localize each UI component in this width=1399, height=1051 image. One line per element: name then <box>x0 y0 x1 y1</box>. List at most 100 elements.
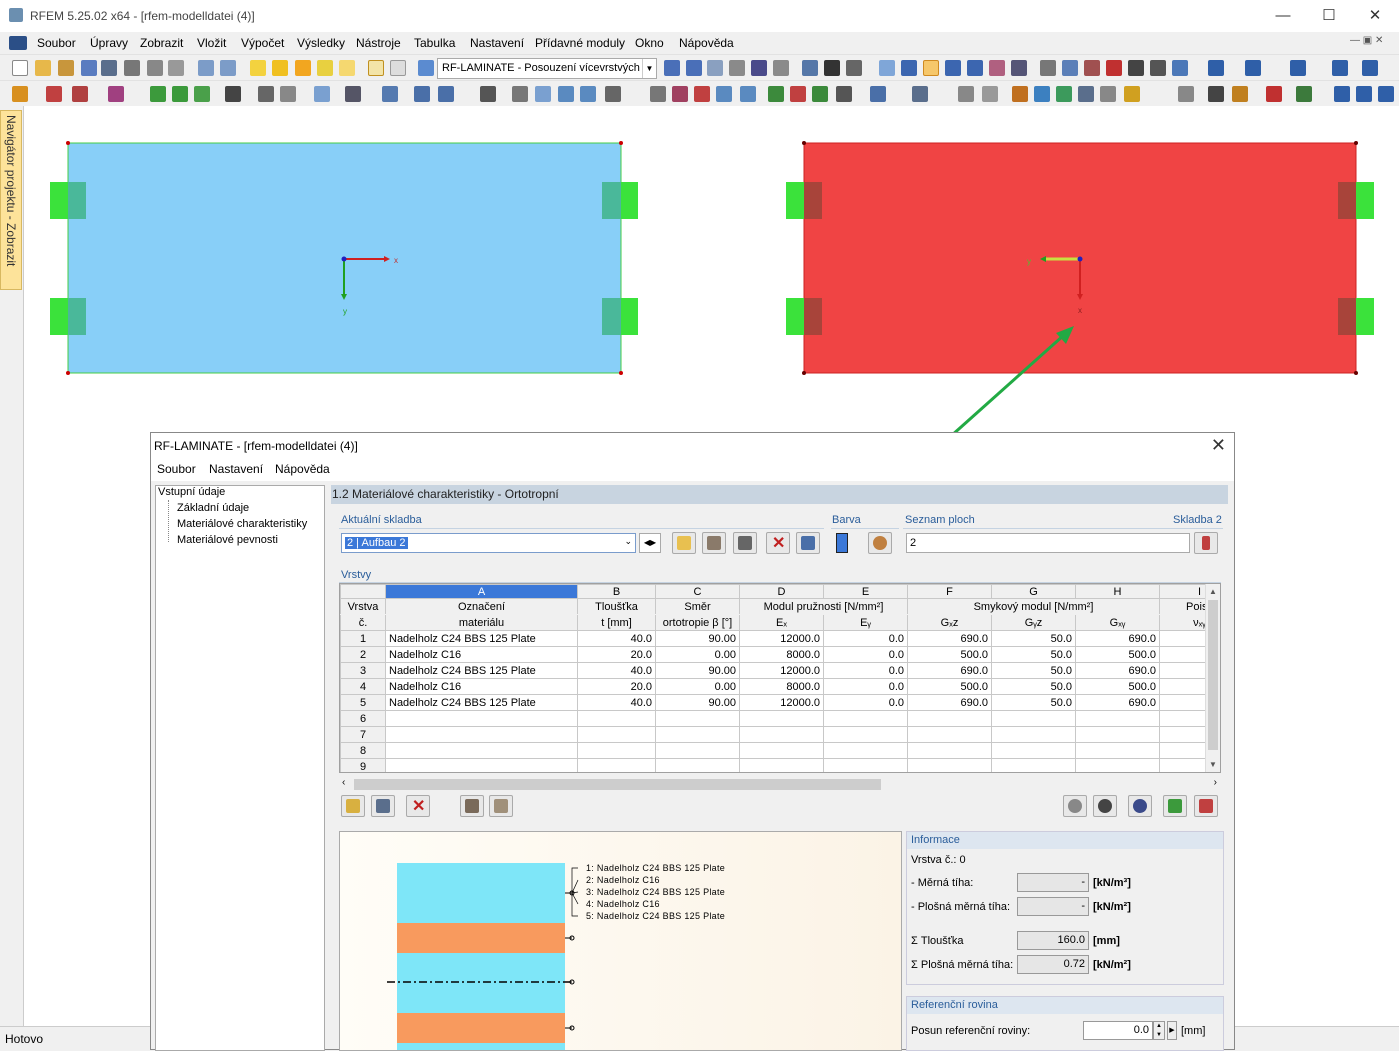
cell-gxz[interactable] <box>907 710 992 727</box>
load-3-icon[interactable] <box>535 86 551 102</box>
node-point[interactable] <box>66 141 70 145</box>
table-row[interactable]: 8 <box>340 742 1220 759</box>
mdi-window-controls[interactable]: — ▣ ✕ <box>1350 35 1383 46</box>
cell-ey[interactable]: 0.0 <box>823 678 908 695</box>
view-iso-icon[interactable] <box>716 86 732 102</box>
cell-gxy[interactable]: 500.0 <box>1075 646 1160 663</box>
open-library-button[interactable] <box>341 795 365 817</box>
redo-icon[interactable] <box>220 60 236 76</box>
cell-ey[interactable]: 0.0 <box>823 662 908 679</box>
menu-upravy[interactable]: Úpravy <box>90 36 128 50</box>
table-row[interactable]: 4 Nadelholz C16 20.0 0.00 8000.0 0.0 500.0 50.0… <box>340 678 1220 695</box>
cell-ey[interactable]: 0.0 <box>823 694 908 711</box>
surface-list-input[interactable]: 2 <box>906 533 1190 553</box>
cell-gxy[interactable]: 690.0 <box>1075 694 1160 711</box>
support-2-tool-icon[interactable] <box>172 86 188 102</box>
export-icon[interactable] <box>1296 86 1312 102</box>
print-preview-icon[interactable] <box>124 60 140 76</box>
window-icon[interactable] <box>1208 60 1224 76</box>
cell-gxz[interactable] <box>907 726 992 743</box>
network-icon[interactable] <box>81 60 97 76</box>
folder-results-icon[interactable] <box>339 60 355 76</box>
layout-3-icon[interactable] <box>1362 60 1378 76</box>
box-icon[interactable] <box>414 86 430 102</box>
cube-2-icon[interactable] <box>1056 86 1072 102</box>
support-icon[interactable] <box>50 298 86 335</box>
menu-pridavne-moduly[interactable]: Přídavné moduly <box>535 36 625 50</box>
cell-t[interactable]: 40.0 <box>577 630 656 647</box>
dialog-menu-soubor[interactable]: Soubor <box>157 462 196 476</box>
cell-gyz[interactable] <box>991 726 1076 743</box>
layout-icon[interactable] <box>1290 60 1306 76</box>
import-layup-button[interactable] <box>702 532 726 554</box>
load-4-icon[interactable] <box>558 86 574 102</box>
support-tool-icon[interactable] <box>150 86 166 102</box>
cell-gxz[interactable]: 500.0 <box>907 678 992 695</box>
view-y-icon[interactable] <box>672 86 688 102</box>
cell-gxy[interactable]: 690.0 <box>1075 630 1160 647</box>
maximize-button[interactable]: ☐ <box>1306 0 1352 32</box>
material-library-button[interactable] <box>460 795 484 817</box>
cell-gxy[interactable] <box>1075 710 1160 727</box>
cell-beta[interactable] <box>655 710 740 727</box>
window-2-icon[interactable] <box>1245 60 1261 76</box>
load-2-icon[interactable] <box>512 86 528 102</box>
import-excel-button[interactable] <box>1194 795 1218 817</box>
cell-beta[interactable]: 0.00 <box>655 678 740 695</box>
cell-gyz[interactable] <box>991 710 1076 727</box>
col-letter[interactable]: A <box>385 584 578 599</box>
tree-item-materialove-pevnosti[interactable]: Materiálové pevnosti <box>177 534 278 546</box>
cell-t[interactable] <box>577 710 656 727</box>
cell-ex[interactable] <box>739 758 824 772</box>
cell-t[interactable]: 20.0 <box>577 678 656 695</box>
rotate-icon[interactable] <box>967 60 983 76</box>
layup-excel-button[interactable] <box>796 532 820 554</box>
grid-3-icon[interactable] <box>1124 86 1140 102</box>
cell-beta[interactable]: 90.00 <box>655 694 740 711</box>
table-icon[interactable] <box>1178 86 1194 102</box>
row-number[interactable]: 9 <box>340 758 386 772</box>
cell-material[interactable] <box>385 726 578 743</box>
wand-icon[interactable] <box>1232 86 1248 102</box>
cell-gxy[interactable]: 500.0 <box>1075 678 1160 695</box>
cell-material[interactable] <box>385 758 578 772</box>
cell-gxz[interactable]: 690.0 <box>907 694 992 711</box>
cell-material[interactable]: Nadelholz C24 BBS 125 Plate <box>385 662 578 679</box>
col-letter[interactable]: D <box>739 584 824 599</box>
axis-more-icon[interactable] <box>836 86 852 102</box>
copy-layup-button[interactable] <box>733 532 757 554</box>
opening-icon[interactable] <box>345 86 361 102</box>
support-icon[interactable] <box>602 182 638 219</box>
table-row[interactable]: 1 Nadelholz C24 BBS 125 Plate 40.0 90.00 120… <box>340 630 1220 647</box>
monitor-3-icon[interactable] <box>1378 86 1394 102</box>
axis-icon[interactable] <box>1084 60 1100 76</box>
cell-gyz[interactable]: 50.0 <box>991 630 1076 647</box>
cell-gxy[interactable]: 690.0 <box>1075 662 1160 679</box>
axis-z-icon[interactable] <box>812 86 828 102</box>
cell-material[interactable] <box>385 710 578 727</box>
node-point[interactable] <box>619 371 623 375</box>
col-letter[interactable]: F <box>907 584 992 599</box>
cell-ey[interactable]: 0.0 <box>823 630 908 647</box>
cell-t[interactable]: 40.0 <box>577 694 656 711</box>
box-2-icon[interactable] <box>438 86 454 102</box>
node-point[interactable] <box>619 141 623 145</box>
tree-item-zakladni-udaje[interactable]: Základní údaje <box>177 502 249 514</box>
cell-beta[interactable] <box>655 742 740 759</box>
cell-ey[interactable]: 0.0 <box>823 646 908 663</box>
save-library-button[interactable] <box>371 795 395 817</box>
export-excel-button[interactable] <box>1163 795 1187 817</box>
cell-gxz[interactable] <box>907 758 992 772</box>
grid-icon[interactable] <box>846 60 862 76</box>
cell-material[interactable]: Nadelholz C24 BBS 125 Plate <box>385 694 578 711</box>
cell-ex[interactable] <box>739 742 824 759</box>
open-file-icon[interactable] <box>35 60 51 76</box>
minimize-button[interactable]: — <box>1260 0 1306 32</box>
undo-icon[interactable] <box>198 60 214 76</box>
dim-line-icon[interactable] <box>1012 86 1028 102</box>
menu-tabulka[interactable]: Tabulka <box>414 36 455 50</box>
open-archive-icon[interactable] <box>58 60 74 76</box>
cell-gxy[interactable] <box>1075 742 1160 759</box>
solid-icon[interactable] <box>382 86 398 102</box>
view-z-icon[interactable] <box>694 86 710 102</box>
